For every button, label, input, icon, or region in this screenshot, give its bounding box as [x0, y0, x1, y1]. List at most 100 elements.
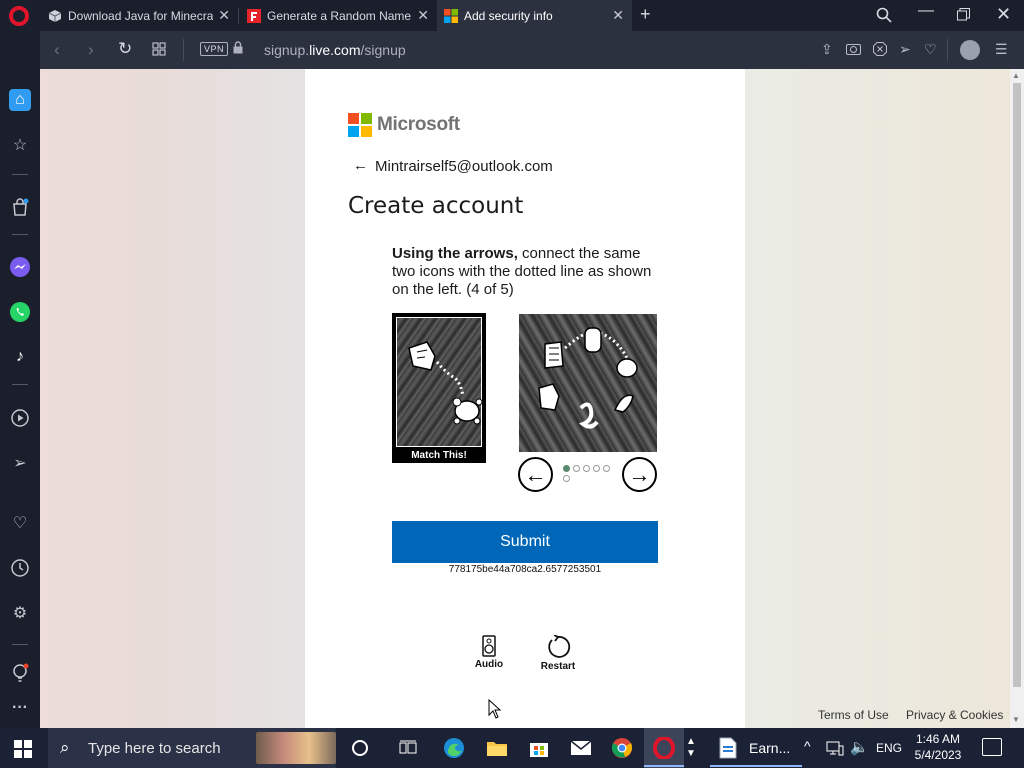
- clock[interactable]: 1:46 AM 5/4/2023: [900, 731, 976, 763]
- restart-button[interactable]: Restart: [533, 635, 583, 672]
- send-icon[interactable]: ➢: [899, 41, 911, 58]
- clock-time: 1:46 AM: [915, 732, 961, 746]
- adblock-icon[interactable]: [873, 42, 887, 56]
- screen: Download Java for Minecraft ✕ Generate a…: [0, 0, 1024, 768]
- microsoft-logo-icon: [348, 113, 372, 137]
- previous-arrow-button[interactable]: ←: [518, 457, 553, 492]
- windows-taskbar: ⌕ Type here to search ▲ ▼ Earn... ^ 🔈 ENG…: [0, 728, 1024, 768]
- speaker-icon: [482, 635, 496, 657]
- tab-download-java[interactable]: Download Java for Minecraft ✕: [40, 0, 238, 31]
- puzzle-icons: [538, 327, 638, 429]
- tab-add-security-info[interactable]: Add security info ✕: [437, 0, 632, 31]
- opera-taskbar-icon[interactable]: [644, 728, 684, 768]
- page-dot-4: [593, 465, 600, 472]
- messenger-icon[interactable]: [9, 256, 31, 278]
- tab-title: Add security info: [464, 8, 553, 23]
- volume-icon[interactable]: 🔈: [850, 738, 869, 756]
- network-icon[interactable]: [826, 740, 844, 756]
- account-email: Mintrairself5@outlook.com: [375, 158, 553, 175]
- cortana-icon[interactable]: [348, 736, 372, 760]
- tab-title: Generate a Random Name: [267, 8, 412, 23]
- search-highlight-image[interactable]: [256, 732, 336, 764]
- mouse-cursor-icon: [488, 699, 502, 719]
- chrome-icon[interactable]: [610, 736, 634, 760]
- close-window-icon[interactable]: ✕: [996, 4, 1011, 25]
- scroll-up-icon[interactable]: ▲: [1012, 71, 1020, 80]
- tiktok-icon[interactable]: ♪: [9, 346, 31, 368]
- profile-avatar-icon[interactable]: [960, 40, 980, 60]
- page-title: Create account: [348, 193, 524, 219]
- tray-chevron-icon[interactable]: ^: [804, 738, 811, 754]
- forward-icon[interactable]: ›: [88, 40, 94, 60]
- taskbar-search[interactable]: ⌕ Type here to search: [48, 728, 336, 768]
- opera-menu-icon[interactable]: [9, 6, 29, 26]
- new-tab-plus-icon[interactable]: +: [640, 4, 651, 25]
- notifications-icon[interactable]: [982, 738, 1002, 756]
- url-field[interactable]: signup.live.com/signup: [264, 42, 406, 58]
- audio-label: Audio: [474, 659, 504, 670]
- flow-send-icon[interactable]: ➢: [9, 452, 31, 474]
- privacy-link[interactable]: Privacy & Cookies: [906, 708, 1003, 722]
- camera-icon[interactable]: [846, 42, 861, 55]
- puzzle-image[interactable]: [519, 314, 657, 452]
- reload-icon[interactable]: ↻: [118, 39, 132, 59]
- scroll-down-icon[interactable]: ▼: [1012, 715, 1020, 724]
- page-dot-1: [563, 465, 570, 472]
- back-arrow-icon[interactable]: ←: [353, 157, 368, 174]
- task-view-icon[interactable]: [396, 736, 420, 760]
- pinboard-heart-icon[interactable]: ♡: [9, 512, 31, 534]
- heart-icon[interactable]: ♡: [924, 41, 937, 58]
- address-bar: ‹ › ↻ VPN signup.live.com/signup ⇪ ➢ ♡ ☰: [40, 31, 1024, 69]
- word-doc-icon[interactable]: [716, 736, 740, 760]
- brand-name: Microsoft: [377, 114, 460, 135]
- page-viewport: Microsoft ← Mintrairself5@outlook.com Cr…: [40, 69, 1010, 728]
- easy-setup-icon[interactable]: ☰: [995, 41, 1008, 58]
- whatsapp-icon[interactable]: [9, 301, 31, 323]
- close-tab-icon[interactable]: ✕: [612, 7, 624, 24]
- share-icon[interactable]: ⇪: [821, 41, 833, 58]
- puzzle-instructions: Using the arrows, connect the same two i…: [392, 245, 652, 298]
- taskbar-scroll-icon[interactable]: ▲ ▼: [684, 736, 698, 760]
- cube-icon: [48, 9, 62, 22]
- search-tabs-icon[interactable]: [876, 7, 892, 23]
- scroll-thumb[interactable]: [1013, 83, 1021, 687]
- file-explorer-icon[interactable]: [485, 736, 509, 760]
- restore-icon[interactable]: [957, 8, 970, 21]
- clock-date: 5/4/2023: [914, 748, 962, 762]
- home-icon[interactable]: ⌂: [9, 89, 31, 111]
- signup-card: Microsoft ← Mintrairself5@outlook.com Cr…: [305, 69, 745, 728]
- player-icon[interactable]: [9, 407, 31, 429]
- vertical-scrollbar[interactable]: ▲ ▼: [1010, 69, 1024, 728]
- audio-button[interactable]: Audio: [464, 635, 514, 670]
- page-dot-3: [583, 465, 590, 472]
- language-indicator[interactable]: ENG: [876, 741, 902, 755]
- close-tab-icon[interactable]: ✕: [417, 7, 429, 24]
- submit-button[interactable]: Submit: [392, 521, 658, 563]
- more-dots-icon[interactable]: ···: [9, 697, 31, 719]
- bookmarks-star-icon[interactable]: ☆: [9, 134, 31, 156]
- pinned-app-label[interactable]: Earn...: [749, 740, 790, 756]
- session-code: 778175be44a708ca2.6577253501: [448, 564, 602, 575]
- settings-gear-icon[interactable]: ⚙: [9, 602, 31, 624]
- terms-link[interactable]: Terms of Use: [818, 708, 889, 722]
- tab-title: Download Java for Minecraft: [68, 8, 213, 23]
- shopping-bag-icon[interactable]: [9, 196, 31, 218]
- edge-icon[interactable]: [442, 736, 466, 760]
- minimize-icon[interactable]: —: [918, 2, 934, 20]
- search-icon: ⌕: [60, 738, 70, 757]
- windows-start-icon[interactable]: [14, 740, 32, 758]
- back-icon[interactable]: ‹: [54, 40, 60, 60]
- close-tab-icon[interactable]: ✕: [218, 7, 230, 24]
- tab-random-name[interactable]: Generate a Random Name ✕: [239, 0, 437, 31]
- tips-lightbulb-icon[interactable]: [9, 662, 31, 684]
- next-arrow-button[interactable]: →: [622, 457, 657, 492]
- tab-snapshot-icon[interactable]: [152, 42, 166, 56]
- microsoft-icon: [444, 8, 458, 23]
- lock-icon[interactable]: [233, 41, 243, 54]
- history-clock-icon[interactable]: [9, 557, 31, 579]
- page-dot-2: [573, 465, 580, 472]
- vpn-badge[interactable]: VPN: [200, 42, 229, 56]
- match-label: Match This!: [411, 450, 467, 461]
- store-icon[interactable]: [527, 736, 551, 760]
- mail-icon[interactable]: [569, 736, 593, 760]
